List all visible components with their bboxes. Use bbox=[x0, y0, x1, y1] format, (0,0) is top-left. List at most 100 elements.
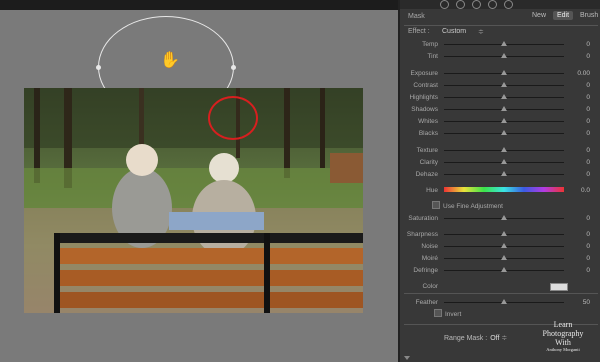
slider-thumb[interactable] bbox=[501, 94, 507, 99]
slider-thumb[interactable] bbox=[501, 41, 507, 46]
slider-label: Temp bbox=[422, 41, 438, 48]
effect-arrow-icon[interactable]: ≑ bbox=[478, 28, 484, 36]
slider-value[interactable]: 0 bbox=[586, 82, 590, 89]
slider-label: Saturation bbox=[408, 215, 438, 222]
slider-value[interactable]: 0 bbox=[586, 53, 590, 60]
slider-track[interactable] bbox=[444, 231, 564, 236]
mask-edit-button[interactable]: Edit bbox=[553, 11, 574, 20]
slider-value[interactable]: 0 bbox=[586, 106, 590, 113]
slider-thumb[interactable] bbox=[501, 171, 507, 176]
brush-handle-left[interactable] bbox=[96, 65, 101, 70]
slider-value[interactable]: 50 bbox=[583, 299, 590, 306]
slider-value[interactable]: 0 bbox=[586, 147, 590, 154]
mask-brush-button[interactable]: Brush bbox=[576, 11, 600, 20]
slider-thumb[interactable] bbox=[501, 82, 507, 87]
slider-dehaze[interactable]: Dehaze 0 bbox=[402, 170, 596, 180]
slider-track[interactable] bbox=[444, 267, 564, 272]
invert-toggle[interactable]: Invert bbox=[434, 309, 461, 318]
slider-thumb[interactable] bbox=[501, 255, 507, 260]
slider-track[interactable] bbox=[444, 82, 564, 87]
slider-track[interactable] bbox=[444, 171, 564, 176]
slider-exposure[interactable]: Exposure 0.00 bbox=[402, 69, 596, 79]
slider-thumb[interactable] bbox=[501, 231, 507, 236]
slider-track[interactable] bbox=[444, 70, 564, 75]
slider-defringe[interactable]: Defringe 0 bbox=[402, 266, 596, 276]
slider-value[interactable]: 0 bbox=[586, 118, 590, 125]
hue-slider[interactable]: Hue 0.0 bbox=[402, 185, 596, 195]
slider-tint[interactable]: Tint 0 bbox=[402, 52, 596, 62]
slider-value[interactable]: 0 bbox=[586, 231, 590, 238]
slider-moir[interactable]: Moiré 0 bbox=[402, 254, 596, 264]
slider-value[interactable]: 0 bbox=[586, 130, 590, 137]
slider-value[interactable]: 0 bbox=[586, 215, 590, 222]
effect-selector[interactable]: Effect : Custom ≑ bbox=[408, 28, 594, 38]
slider-blacks[interactable]: Blacks 0 bbox=[402, 129, 596, 139]
slider-thumb[interactable] bbox=[501, 215, 507, 220]
slider-track[interactable] bbox=[444, 255, 564, 260]
slider-value[interactable]: 0 bbox=[586, 41, 590, 48]
tool-icon-1[interactable] bbox=[440, 0, 449, 9]
slider-thumb[interactable] bbox=[501, 70, 507, 75]
tool-icon-3[interactable] bbox=[472, 0, 481, 9]
slider-thumb[interactable] bbox=[501, 243, 507, 248]
slider-thumb[interactable] bbox=[501, 147, 507, 152]
slider-thumb[interactable] bbox=[501, 118, 507, 123]
slider-label: Sharpness bbox=[406, 231, 438, 238]
invert-checkbox[interactable] bbox=[434, 309, 442, 317]
range-mask-arrow-icon[interactable]: ≑ bbox=[501, 335, 507, 342]
slider-thumb[interactable] bbox=[501, 299, 507, 304]
slider-track[interactable] bbox=[444, 53, 564, 58]
slider-track[interactable] bbox=[444, 243, 564, 248]
color-swatch[interactable] bbox=[550, 283, 568, 291]
slider-track[interactable] bbox=[444, 147, 564, 152]
slider-saturation[interactable]: Saturation 0 bbox=[402, 214, 596, 224]
slider-track[interactable] bbox=[444, 118, 564, 123]
watermark-logo: Learn Photography With Anthony Morganti bbox=[528, 320, 598, 353]
slider-value[interactable]: 0.00 bbox=[577, 70, 590, 77]
slider-value[interactable]: 0 bbox=[586, 243, 590, 250]
effect-value[interactable]: Custom bbox=[442, 28, 466, 35]
image-canvas[interactable]: ✋ bbox=[0, 10, 398, 362]
collapse-arrow-icon[interactable] bbox=[404, 356, 410, 360]
slider-track[interactable] bbox=[444, 159, 564, 164]
slider-value[interactable]: 0 bbox=[586, 255, 590, 262]
fine-adjust-toggle[interactable]: Use Fine Adjustment bbox=[432, 201, 503, 210]
slider-label: Texture bbox=[416, 147, 438, 154]
slider-clarity[interactable]: Clarity 0 bbox=[402, 158, 596, 168]
slider-track[interactable] bbox=[444, 106, 564, 111]
slider-contrast[interactable]: Contrast 0 bbox=[402, 81, 596, 91]
fine-adjust-checkbox[interactable] bbox=[432, 201, 440, 209]
slider-thumb[interactable] bbox=[501, 159, 507, 164]
slider-whites[interactable]: Whites 0 bbox=[402, 117, 596, 127]
tool-icon-4[interactable] bbox=[488, 0, 497, 9]
slider-texture[interactable]: Texture 0 bbox=[402, 146, 596, 156]
slider-temp[interactable]: Temp 0 bbox=[402, 40, 596, 50]
slider-track[interactable] bbox=[444, 41, 564, 46]
slider-track[interactable] bbox=[444, 94, 564, 99]
range-mask-selector[interactable]: Range Mask : Off ≑ bbox=[444, 334, 507, 342]
tool-icon-2[interactable] bbox=[456, 0, 465, 9]
slider-thumb[interactable] bbox=[501, 267, 507, 272]
slider-highlights[interactable]: Highlights 0 bbox=[402, 93, 596, 103]
slider-noise[interactable]: Noise 0 bbox=[402, 242, 596, 252]
highlight-circle bbox=[208, 96, 258, 140]
slider-thumb[interactable] bbox=[501, 130, 507, 135]
slider-value[interactable]: 0 bbox=[586, 171, 590, 178]
slider-track[interactable] bbox=[444, 130, 564, 135]
brush-handle-right[interactable] bbox=[231, 65, 236, 70]
hue-gradient-track[interactable] bbox=[444, 187, 564, 192]
range-mask-value[interactable]: Off bbox=[490, 335, 499, 342]
slider-thumb[interactable] bbox=[501, 53, 507, 58]
mask-new-button[interactable]: New bbox=[528, 11, 550, 20]
slider-track[interactable] bbox=[444, 299, 564, 304]
slider-value[interactable]: 0 bbox=[586, 94, 590, 101]
tool-icon-5[interactable] bbox=[504, 0, 513, 9]
slider-track[interactable] bbox=[444, 215, 564, 220]
slider-value[interactable]: 0 bbox=[586, 267, 590, 274]
slider-feather[interactable]: Feather 50 bbox=[402, 298, 596, 308]
slider-shadows[interactable]: Shadows 0 bbox=[402, 105, 596, 115]
slider-value[interactable]: 0 bbox=[586, 159, 590, 166]
hue-value[interactable]: 0.0 bbox=[581, 187, 590, 194]
slider-sharpness[interactable]: Sharpness 0 bbox=[402, 230, 596, 240]
slider-thumb[interactable] bbox=[501, 106, 507, 111]
